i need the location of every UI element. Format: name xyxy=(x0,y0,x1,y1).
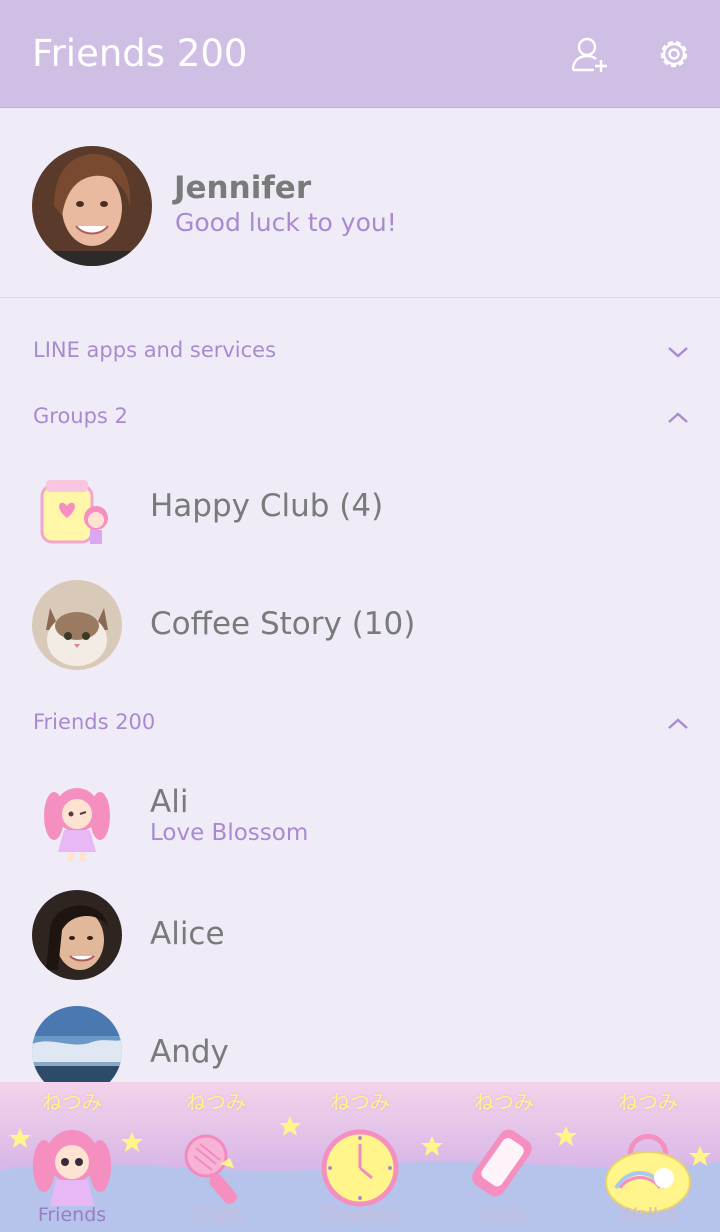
tab-label: Wallet xyxy=(618,1204,678,1226)
bag-icon xyxy=(605,1134,691,1213)
section-friends[interactable]: Friends 200 xyxy=(0,698,720,748)
tab-decoration-text: ねつみ xyxy=(42,1090,102,1114)
section-line-apps[interactable]: LINE apps and services xyxy=(0,326,720,376)
group-name: Happy Club (4) xyxy=(150,488,384,524)
tab-decoration-text: ねつみ xyxy=(186,1090,246,1114)
clock-icon xyxy=(321,1129,399,1207)
settings-button[interactable] xyxy=(654,34,694,74)
tab-chats[interactable]: ねつみ Chats xyxy=(144,1082,288,1232)
chevron-down-icon xyxy=(668,347,688,358)
friend-name: Alice xyxy=(150,916,225,952)
tab-friends[interactable]: ねつみ Friends xyxy=(0,1082,144,1232)
bottom-tab-bar: ねつみ Friends ねつみ Chats ねつみ Timeline ねつみ C… xyxy=(0,1082,720,1232)
friend-avatar xyxy=(32,890,122,980)
tab-label: Friends xyxy=(37,1204,107,1226)
friend-name: Ali xyxy=(150,784,189,820)
section-groups[interactable]: Groups 2 xyxy=(0,392,720,442)
microphone-icon xyxy=(184,1134,237,1205)
tab-decoration-text: ねつみ xyxy=(330,1090,390,1114)
profile-avatar[interactable] xyxy=(32,146,152,266)
profile-status-message: Good luck to you! xyxy=(175,208,397,237)
friend-status-message: Love Blossom xyxy=(150,820,309,846)
group-avatar xyxy=(32,464,122,554)
tab-timeline[interactable]: ねつみ Timeline xyxy=(288,1082,432,1232)
friend-name: Andy xyxy=(150,1034,229,1070)
group-avatar xyxy=(32,580,122,670)
tab-label: Timeline xyxy=(319,1204,401,1226)
gear-icon xyxy=(660,40,688,68)
my-profile[interactable]: Jennifer Good luck to you! xyxy=(0,108,720,298)
character-icon xyxy=(33,1130,111,1206)
person-add-icon xyxy=(571,37,607,72)
tab-decoration-text: ねつみ xyxy=(474,1090,534,1114)
tab-decoration-text: ねつみ xyxy=(618,1090,678,1114)
phone-icon xyxy=(472,1129,532,1197)
app-header: Friends 200 xyxy=(0,0,720,108)
chevron-up-icon xyxy=(668,718,688,729)
section-label: LINE apps and services xyxy=(33,338,277,362)
group-name: Coffee Story (10) xyxy=(150,606,416,642)
tab-calls[interactable]: ねつみ Calls xyxy=(432,1082,576,1232)
group-row-happy-club[interactable]: Happy Club (4) xyxy=(0,450,720,568)
friend-row-alice[interactable]: Alice xyxy=(0,876,720,994)
tab-wallet[interactable]: ねつみ Wallet xyxy=(576,1082,720,1232)
chevron-up-icon xyxy=(668,412,688,423)
tab-label: Calls xyxy=(481,1204,527,1226)
add-friend-button[interactable] xyxy=(570,34,610,74)
section-label: Friends 200 xyxy=(33,710,156,734)
profile-name: Jennifer xyxy=(174,170,312,206)
friend-avatar xyxy=(32,774,122,864)
group-row-coffee-story[interactable]: Coffee Story (10) xyxy=(0,566,720,684)
page-title: Friends 200 xyxy=(32,32,248,75)
friend-row-ali[interactable]: Ali Love Blossom xyxy=(0,760,720,878)
tab-label: Chats xyxy=(188,1204,244,1226)
section-label: Groups 2 xyxy=(33,404,128,428)
